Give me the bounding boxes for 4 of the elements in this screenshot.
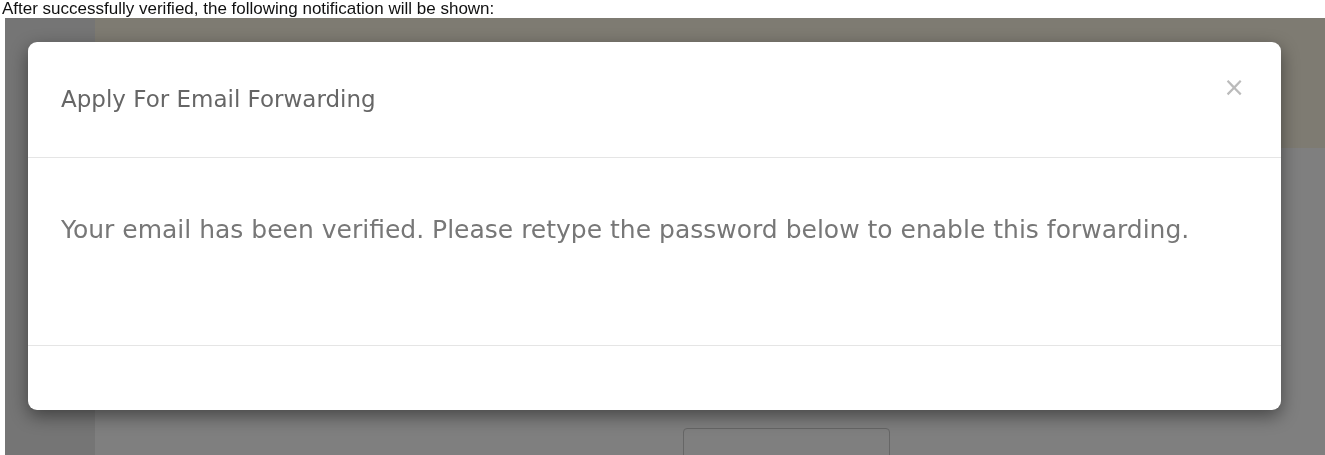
modal-message: Your email has been verified. Please retype the password below to enable this forwarding. [61, 216, 1191, 243]
modal-title: Apply For Email Forwarding [61, 85, 376, 114]
close-button[interactable]: × [1219, 74, 1249, 100]
caption-text: After successfully verified, the following notification will be shown: [1, 0, 496, 18]
